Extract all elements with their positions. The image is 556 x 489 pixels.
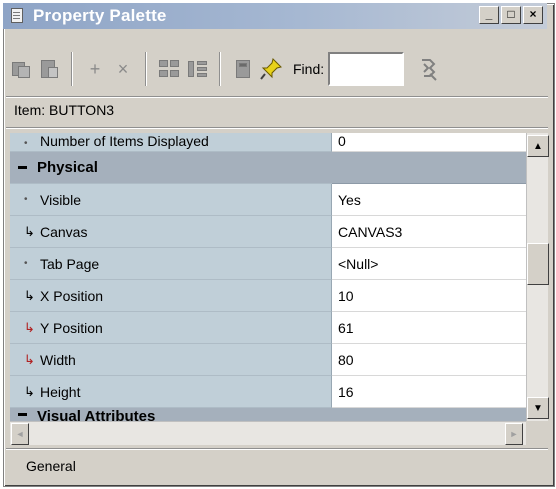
property-value[interactable]: 0 xyxy=(332,133,526,152)
paste-properties-icon[interactable] xyxy=(35,54,63,84)
inherited-arrow-icon: ↳ xyxy=(24,223,35,239)
toolbar: + × Find: xyxy=(7,42,547,96)
scroll-up-button[interactable]: ▲ xyxy=(527,135,549,157)
find-input[interactable] xyxy=(328,52,405,86)
changed-arrow-icon: ↳ xyxy=(24,351,35,367)
property-name: Number of Items Displayed xyxy=(40,133,209,149)
property-row-canvas[interactable]: ↳ Canvas CANVAS3 xyxy=(10,216,556,248)
dot-marker-icon: • xyxy=(24,258,28,269)
property-row-x-position[interactable]: ↳ X Position 10 xyxy=(10,280,556,312)
scroll-thumb[interactable] xyxy=(527,243,549,285)
inherited-arrow-icon: ↳ xyxy=(24,383,35,399)
inherited-arrow-icon: ↳ xyxy=(24,287,35,303)
dot-marker-icon: • xyxy=(24,138,28,149)
property-name: Visible xyxy=(40,191,81,208)
property-name: Height xyxy=(40,383,81,400)
property-row-tab-page[interactable]: • Tab Page <Null> xyxy=(10,248,556,280)
item-label: Item: BUTTON3 xyxy=(14,102,115,118)
toolbar-separator xyxy=(71,52,73,86)
changed-arrow-icon: ↳ xyxy=(24,319,35,335)
property-row[interactable]: • Number of Items Displayed 0 xyxy=(10,133,556,152)
toolbar-separator xyxy=(145,52,147,86)
dot-marker-icon: • xyxy=(24,194,28,205)
freeze-icon[interactable] xyxy=(229,54,257,84)
property-row-visible[interactable]: • Visible Yes xyxy=(10,184,556,216)
collapse-icon[interactable] xyxy=(16,408,29,421)
property-value[interactable]: CANVAS3 xyxy=(332,216,526,248)
property-value[interactable]: 16 xyxy=(332,376,526,408)
property-name: Canvas xyxy=(40,223,88,240)
property-value[interactable]: 80 xyxy=(332,344,526,376)
add-property-icon[interactable]: + xyxy=(81,54,109,84)
divider xyxy=(6,127,548,129)
property-name: Width xyxy=(40,351,76,368)
status-bar: General xyxy=(6,451,548,481)
find-next-icon[interactable] xyxy=(416,54,440,84)
property-value[interactable]: 10 xyxy=(332,280,526,312)
union-icon[interactable] xyxy=(155,54,183,84)
collapse-icon[interactable] xyxy=(16,161,29,174)
close-button[interactable]: × xyxy=(523,6,543,24)
horizontal-scrollbar[interactable]: ◄ ► xyxy=(10,421,526,445)
minimize-button[interactable]: _ xyxy=(479,6,499,24)
scroll-down-button[interactable]: ▼ xyxy=(527,397,549,419)
property-grid: • Number of Items Displayed 0 Physical •… xyxy=(10,133,556,451)
property-value[interactable]: <Null> xyxy=(332,248,526,280)
property-name: Y Position xyxy=(40,319,103,336)
title-bar[interactable]: Property Palette _ □ × xyxy=(3,3,547,29)
divider xyxy=(6,448,548,450)
property-value[interactable]: Yes xyxy=(332,184,526,216)
find-label: Find: xyxy=(293,61,325,77)
copy-properties-icon[interactable] xyxy=(7,54,35,84)
property-name: X Position xyxy=(40,287,104,304)
property-row-width[interactable]: ↳ Width 80 xyxy=(10,344,556,376)
divider xyxy=(6,96,548,98)
maximize-button[interactable]: □ xyxy=(501,6,521,24)
section-header-physical[interactable]: Physical xyxy=(10,152,556,184)
window-title: Property Palette xyxy=(33,6,167,25)
scroll-left-button[interactable]: ◄ xyxy=(11,423,29,445)
pin-icon[interactable] xyxy=(257,54,285,84)
property-row-y-position[interactable]: ↳ Y Position 61 xyxy=(10,312,556,344)
palette-app-icon xyxy=(9,7,25,25)
section-title: Physical xyxy=(37,159,98,176)
toolbar-separator xyxy=(219,52,221,86)
property-row-height[interactable]: ↳ Height 16 xyxy=(10,376,556,408)
intersection-icon[interactable] xyxy=(183,54,211,84)
property-value[interactable]: 61 xyxy=(332,312,526,344)
delete-property-icon[interactable]: × xyxy=(109,54,137,84)
status-text: General xyxy=(26,458,76,474)
scrollbar-corner xyxy=(526,421,548,445)
vertical-scrollbar[interactable]: ▲ ▼ xyxy=(526,133,549,421)
property-name: Tab Page xyxy=(40,255,100,272)
scroll-right-button[interactable]: ► xyxy=(505,423,523,445)
